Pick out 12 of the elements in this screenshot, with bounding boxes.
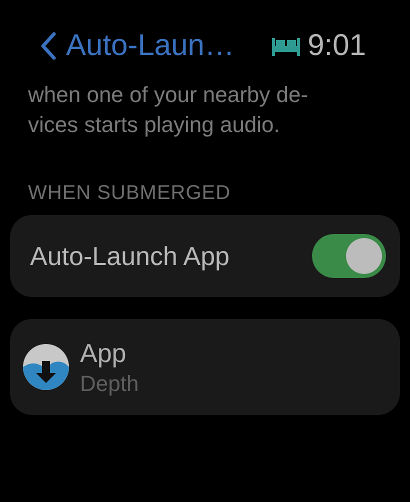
section-header: WHEN SUBMERGED xyxy=(27,181,232,206)
clock-time: 9:01 xyxy=(308,29,366,63)
description-text: when one of your nearby de- xyxy=(28,81,310,109)
toggle-switch[interactable] xyxy=(312,234,386,278)
app-title: App xyxy=(80,338,128,368)
back-button[interactable]: Auto-Laun… xyxy=(40,29,234,63)
app-subtitle: Depth xyxy=(80,370,139,396)
gauge-icon xyxy=(22,343,70,391)
back-chevron-icon xyxy=(40,32,56,60)
app-row[interactable]: App Depth xyxy=(10,319,400,415)
description-text: vices starts playing audio. xyxy=(28,111,281,139)
toggle-label: Auto-Launch App xyxy=(30,240,230,272)
